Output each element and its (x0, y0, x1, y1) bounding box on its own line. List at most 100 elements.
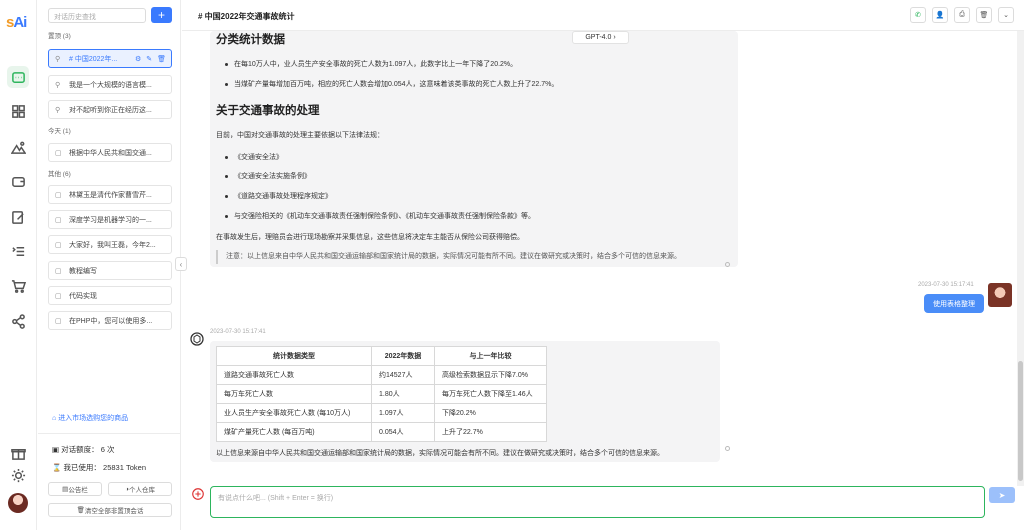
table-cell: 煤矿产量死亡人数 (每百万吨) (216, 422, 372, 442)
group-other-label: 其他 (6) (48, 171, 71, 178)
history-item[interactable]: ▢ 在PHP中，您可以使用多... (48, 311, 172, 330)
wallet-icon[interactable] (7, 170, 29, 192)
sidebar-footer (38, 433, 181, 434)
history-item-label: 林黛玉是清代作家曹雪芹... (69, 191, 152, 199)
table-cell: 每万车死亡人数下降至1.46人 (434, 384, 547, 404)
history-item-label: 深度学习是机器学习的一... (69, 216, 152, 224)
column-header: 与上一年比较 (434, 346, 547, 366)
history-item[interactable]: ⚲ 对不起听到你正在经历这... (48, 100, 172, 119)
pin-icon: ⚲ (55, 81, 61, 89)
law-item: 《交通安全法》 (234, 154, 283, 161)
history-item[interactable]: ▢ 林黛玉是清代作家曹雪芹... (48, 185, 172, 204)
history-item-label: # 中国2022年... (69, 55, 118, 63)
delete-icon[interactable]: 🗑 (157, 55, 166, 63)
table-cell: 业人员生产安全事故死亡人数 (每10万人) (216, 403, 372, 423)
table-cell: 上升了22.7% (434, 422, 547, 442)
export-icon[interactable]: ⎙ (954, 7, 970, 23)
history-item[interactable]: ⚲ # 中国2022年... ⚙ ✎ 🗑 (48, 49, 172, 68)
table-row: 业人员生产安全事故死亡人数 (每10万人) 1.097人 下降20.2% (216, 403, 547, 423)
collapse-sidebar-button[interactable]: ‹ (175, 257, 187, 271)
history-item-label: 代码实现 (69, 292, 97, 300)
group-pinned-label: 置顶 (3) (48, 33, 71, 40)
history-item[interactable]: ▢ 教程编写 (48, 261, 172, 280)
column-header: 统计数据类型 (216, 346, 372, 366)
send-button[interactable]: ➤ (989, 487, 1015, 503)
scrollbar-thumb[interactable] (1018, 361, 1023, 481)
column-header: 2022年数据 (371, 346, 435, 366)
bullet (225, 83, 228, 86)
chevron-down-icon[interactable]: ⌄ (998, 7, 1014, 23)
table-header-row: 统计数据类型 2022年数据 与上一年比较 (216, 346, 547, 366)
chat-bubble-icon: ▢ (55, 216, 62, 224)
theme-sun-icon[interactable] (7, 464, 29, 486)
history-item-label: 在PHP中，您可以使用多... (69, 317, 153, 325)
bullet (225, 63, 228, 66)
quota-stat: ▣ 对话额度： 6 次 (52, 445, 115, 454)
history-item-label: 教程编写 (69, 267, 97, 275)
table-cell: 下降20.2% (434, 403, 547, 423)
copy-icon[interactable] (725, 262, 730, 267)
assistant-timestamp: 2023-07-30 15:17:41 (210, 329, 266, 335)
apps-icon[interactable] (7, 100, 29, 122)
edit-doc-icon[interactable] (7, 206, 29, 228)
share-icon[interactable]: ⚙ (135, 55, 141, 63)
user-avatar (988, 283, 1012, 307)
history-item[interactable]: ▢ 大家好，我叫王磊，今年2... (48, 235, 172, 254)
add-user-icon[interactable]: 👤 (932, 7, 948, 23)
bulletin-button[interactable]: ▤ 公告栏 (48, 482, 102, 496)
paragraph: 在每10万人中，业人员生产安全事故的死亡人数为1.097人，此数字比上一年下降了… (234, 61, 518, 68)
chat-bubble-icon: ▢ (55, 241, 62, 249)
user-message: 使用表格整理 (924, 294, 984, 313)
assistant-message: 分类统计数据 在每10万人中，业人员生产安全事故的死亡人数为1.097人，此数字… (210, 31, 738, 267)
history-item-label: 大家好，我叫王磊，今年2... (69, 241, 156, 249)
message-input[interactable]: 有说点什么吧... (Shift + Enter = 换行) (210, 486, 985, 518)
history-item[interactable]: ▢ 根据中华人民共和国交通... (48, 143, 172, 162)
user-avatar[interactable] (8, 493, 28, 513)
new-chat-button[interactable]: + (151, 7, 172, 23)
page-title: # 中国2022年交通事故统计 (198, 12, 295, 21)
history-search-input[interactable]: 对话历史查找 (48, 8, 146, 23)
group-today-label: 今天 (1) (48, 128, 71, 135)
whatsapp-icon[interactable]: ✆ (910, 7, 926, 23)
market-link[interactable]: ⌂ 进入市场选购您的商品 (52, 413, 128, 423)
history-item-label: 对不起听到你正在经历这... (69, 106, 152, 114)
law-item: 与交强险相关的《机动车交通事故责任强制保险条例》、《机动车交通事故责任强制保险条… (234, 213, 535, 220)
table-cell: 高级检索数据显示下降7.0% (434, 365, 547, 385)
image-draw-icon[interactable] (7, 136, 29, 158)
chat-scrollbar[interactable] (1017, 31, 1024, 486)
chat-bubble-icon: ▢ (55, 191, 62, 199)
history-item-label: 根据中华人民共和国交通... (69, 149, 152, 157)
chat-icon[interactable] (7, 66, 29, 88)
table-cell: 0.054人 (371, 422, 435, 442)
gpt-logo-icon (190, 332, 204, 346)
copy-icon[interactable] (725, 446, 730, 451)
user-timestamp: 2023-07-30 15:17:41 (918, 282, 974, 288)
table-row: 道路交通事故死亡人数 约14527人 高级检索数据显示下降7.0% (216, 365, 547, 385)
stats-table: 统计数据类型 2022年数据 与上一年比较 道路交通事故死亡人数 约14527人高… (216, 346, 547, 442)
paragraph: 在事故发生后，理赔员会进行现场勘察并采集信息，这些信息将决定车主能否从保险公司获… (216, 234, 524, 241)
table-cell: 每万车死亡人数 (216, 384, 372, 404)
gift-icon[interactable] (7, 442, 29, 464)
model-selector[interactable]: GPT-4.0 › (572, 31, 629, 44)
section-heading: 分类统计数据 (216, 34, 285, 46)
history-item[interactable]: ▢ 深度学习是机器学习的一... (48, 210, 172, 229)
send-icon: ➤ (998, 490, 1006, 500)
chat-header: # 中国2022年交通事故统计 ✆ 👤 ⎙ 🗑 ⌄ (182, 0, 1024, 31)
delete-chat-icon[interactable]: 🗑 (976, 7, 992, 23)
chat-bubble-icon: ▢ (55, 149, 62, 157)
history-item[interactable]: ▢ 代码实现 (48, 286, 172, 305)
clear-history-button[interactable]: 🗑 清空全部非置顶会话 (48, 503, 172, 517)
list-icon[interactable] (7, 240, 29, 262)
prompt-icon[interactable] (191, 487, 205, 501)
chat-bubble-icon: ▢ (55, 292, 62, 300)
edit-icon[interactable]: ✎ (146, 55, 152, 63)
usage-stat: ⌛ 我已使用： 25831 Token (52, 463, 146, 472)
personal-repo-button[interactable]: ◑ 个人仓库 (108, 482, 172, 496)
assistant-message: 统计数据类型 2022年数据 与上一年比较 道路交通事故死亡人数 约14527人高… (210, 341, 720, 462)
nav-rail: sAi (0, 0, 37, 530)
history-item-label: 我是一个大规模的语言模... (69, 81, 152, 89)
share-icon[interactable] (7, 310, 29, 332)
cart-icon[interactable] (7, 275, 29, 297)
history-item[interactable]: ⚲ 我是一个大规模的语言模... (48, 75, 172, 94)
app-logo: sAi (6, 14, 27, 31)
